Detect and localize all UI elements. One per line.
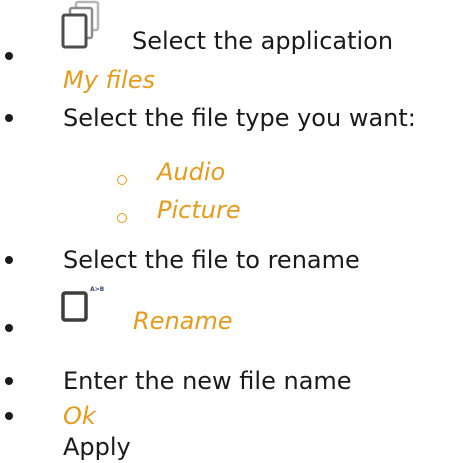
rename-icon-label: A>B bbox=[90, 286, 105, 293]
bullet bbox=[5, 377, 13, 385]
rename-file-icon: A>B bbox=[61, 286, 105, 322]
bullet bbox=[5, 324, 13, 332]
app-name: My files bbox=[63, 66, 155, 94]
apply-action: Apply bbox=[63, 433, 131, 461]
bullet bbox=[5, 114, 13, 122]
bullet bbox=[5, 412, 13, 420]
file-type-picture: Picture bbox=[157, 196, 241, 224]
file-type-audio: Audio bbox=[157, 158, 226, 186]
rename-action: Rename bbox=[133, 307, 233, 335]
sub-bullet bbox=[117, 175, 127, 185]
sub-bullet bbox=[117, 213, 127, 223]
ok-action: Ok bbox=[63, 402, 96, 430]
step-text: Enter the new file name bbox=[63, 367, 352, 395]
step-text: Select the file type you want: bbox=[63, 104, 416, 132]
app-stack-icon bbox=[61, 0, 100, 49]
step-text: Select the application bbox=[132, 27, 394, 55]
step-text: Select the file to rename bbox=[63, 246, 360, 274]
bullet bbox=[5, 52, 13, 60]
bullet bbox=[5, 256, 13, 264]
